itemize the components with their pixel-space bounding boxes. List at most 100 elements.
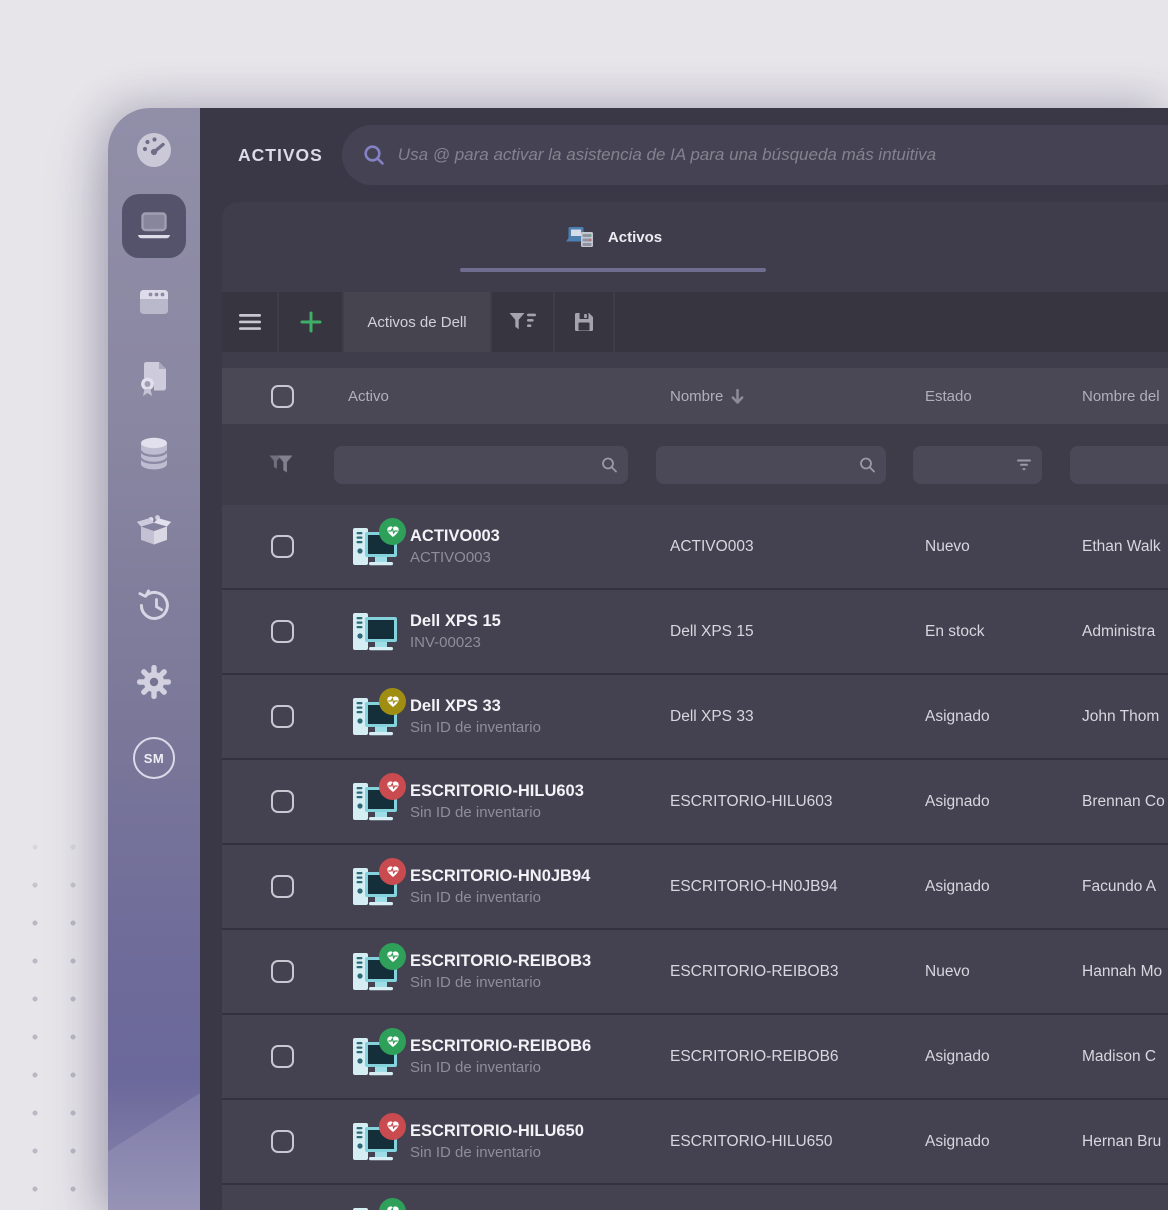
cell-nombre: ESCRITORIO-REIBOB3 bbox=[670, 962, 839, 980]
cell-nombre: ESCRITORIO-HILU603 bbox=[670, 792, 833, 810]
table-row[interactable]: ESCRITORIO-HN0JB94 Sin ID de inventario … bbox=[222, 845, 1168, 930]
row-checkbox[interactable] bbox=[270, 620, 294, 643]
table-row[interactable]: ESCRITORIO-REIBOB3 Sin ID de inventario … bbox=[222, 930, 1168, 1015]
row-checkbox[interactable] bbox=[270, 705, 294, 728]
column-header-nombre[interactable]: Nombre bbox=[670, 388, 925, 405]
tab-activos[interactable]: Activos bbox=[460, 202, 766, 272]
gear-icon bbox=[136, 664, 172, 700]
column-header-nombre-del[interactable]: Nombre del bbox=[1082, 388, 1168, 405]
filter-button[interactable] bbox=[492, 292, 553, 352]
asset-subtitle: Sin ID de inventario bbox=[410, 1144, 541, 1161]
toolbar-spacer bbox=[615, 292, 1168, 352]
select-all-checkbox[interactable] bbox=[270, 384, 294, 408]
sidebar-item-applications[interactable] bbox=[130, 278, 178, 326]
desktop-computer-icon bbox=[352, 1197, 406, 1210]
asset-title: ESCRITORIO-HILU603 bbox=[410, 782, 584, 800]
asset-subtitle: Sin ID de inventario bbox=[410, 889, 541, 906]
cell-usuario: Ethan Walk bbox=[1082, 537, 1161, 555]
row-checkbox[interactable] bbox=[270, 875, 294, 898]
dot-grid-decoration bbox=[6, 816, 112, 1210]
top-bar: ACTIVOS bbox=[200, 108, 1168, 202]
asset-subtitle: INV-00023 bbox=[410, 634, 481, 651]
sidebar-item-dashboard[interactable] bbox=[130, 126, 178, 174]
sidebar-item-licenses[interactable] bbox=[130, 354, 178, 402]
cell-nombre: ESCRITORIO-REIBOB6 bbox=[670, 1047, 839, 1065]
global-search[interactable] bbox=[341, 125, 1168, 185]
column-header-activo[interactable]: Activo bbox=[334, 388, 670, 405]
gauge-icon bbox=[132, 128, 176, 172]
table-body: ACTIVO003 ACTIVO003 ACTIVO003 Nuevo Etha… bbox=[222, 505, 1168, 1210]
row-checkbox[interactable] bbox=[270, 1045, 294, 1068]
row-checkbox[interactable] bbox=[270, 1130, 294, 1153]
cell-nombre: ACTIVO003 bbox=[670, 537, 754, 555]
menu-button[interactable] bbox=[222, 292, 277, 352]
sort-desc-icon bbox=[731, 388, 744, 404]
filter-usuario[interactable] bbox=[1070, 445, 1168, 484]
database-icon bbox=[136, 435, 172, 473]
filter-estado-select[interactable] bbox=[913, 445, 1042, 484]
add-view-button[interactable] bbox=[279, 292, 342, 352]
tab-strip: Activos bbox=[222, 202, 1168, 272]
desktop-computer-icon bbox=[352, 1027, 406, 1078]
cell-usuario: Facundo A bbox=[1082, 877, 1157, 895]
cell-usuario: Brennan Co bbox=[1082, 792, 1165, 810]
table-row[interactable]: ACTIVO003 ACTIVO003 ACTIVO003 Nuevo Etha… bbox=[222, 505, 1168, 590]
table-filter-row bbox=[222, 424, 1168, 505]
view-tab-label: Activos de Dell bbox=[367, 313, 467, 331]
table-row[interactable]: ESCRITORIO-HILU650 Sin ID de inventario … bbox=[222, 1100, 1168, 1185]
asset-subtitle: Sin ID de inventario bbox=[410, 974, 541, 991]
row-checkbox[interactable] bbox=[270, 790, 294, 813]
filter-activo[interactable] bbox=[334, 445, 628, 484]
sidebar-item-inventory[interactable] bbox=[130, 506, 178, 554]
filter-usuario-input[interactable] bbox=[1070, 445, 1168, 484]
sidebar-item-history[interactable] bbox=[130, 582, 178, 630]
row-checkbox[interactable] bbox=[270, 960, 294, 983]
double-funnel-icon[interactable] bbox=[268, 452, 296, 478]
health-status-badge bbox=[379, 1197, 406, 1210]
health-status-badge bbox=[379, 857, 406, 885]
asset-subtitle: Sin ID de inventario bbox=[410, 1059, 541, 1076]
cell-estado: Asignado bbox=[925, 1132, 990, 1150]
cell-estado: Asignado bbox=[925, 792, 990, 810]
assets-table: Activo Nombre Estado Nombre del ACTIVO00… bbox=[222, 368, 1168, 1210]
cell-usuario: Madison C bbox=[1082, 1047, 1157, 1065]
search-input[interactable] bbox=[397, 145, 1168, 165]
filter-nombre-input[interactable] bbox=[656, 445, 886, 484]
table-row[interactable]: ESCRITORIO-REIBOB6 Sin ID de inventario … bbox=[222, 1015, 1168, 1100]
browser-window-icon bbox=[136, 286, 172, 318]
desktop-computer-icon bbox=[352, 517, 406, 568]
filter-nombre[interactable] bbox=[656, 445, 886, 484]
health-status-badge bbox=[379, 942, 406, 970]
health-status-badge bbox=[379, 1112, 406, 1140]
sidebar-item-settings[interactable] bbox=[130, 658, 178, 706]
asset-subtitle: ACTIVO003 bbox=[410, 549, 491, 566]
filter-activo-input[interactable] bbox=[334, 445, 628, 484]
asset-title: ESCRITORIO-REIBOB3 bbox=[410, 952, 592, 970]
cell-estado: En stock bbox=[925, 622, 985, 640]
table-row[interactable]: Dell XPS 33 Sin ID de inventario Dell XP… bbox=[222, 675, 1168, 760]
table-row[interactable]: PANAVRT-435 bbox=[222, 1185, 1168, 1210]
toolbar: Activos de Dell bbox=[222, 292, 1168, 352]
table-row[interactable]: ESCRITORIO-HILU603 Sin ID de inventario … bbox=[222, 760, 1168, 845]
sidebar-item-assets[interactable] bbox=[122, 194, 186, 258]
hamburger-menu-icon bbox=[238, 314, 261, 330]
asset-subtitle: Sin ID de inventario bbox=[410, 719, 541, 736]
health-status-badge bbox=[379, 1027, 406, 1055]
sidebar-item-database[interactable] bbox=[130, 430, 178, 478]
column-header-estado[interactable]: Estado bbox=[925, 388, 1082, 405]
view-tab-activos-de-dell[interactable]: Activos de Dell bbox=[344, 292, 490, 352]
user-avatar: SM bbox=[133, 737, 175, 779]
row-checkbox[interactable] bbox=[270, 535, 294, 558]
asset-subtitle: Sin ID de inventario bbox=[410, 804, 541, 821]
sidebar-item-account[interactable]: SM bbox=[130, 734, 178, 782]
asset-title: ESCRITORIO-HILU650 bbox=[410, 1122, 584, 1140]
certificate-file-icon bbox=[136, 359, 172, 397]
table-row[interactable]: Dell XPS 15 INV-00023 Dell XPS 15 En sto… bbox=[222, 590, 1168, 675]
table-header-row: Activo Nombre Estado Nombre del bbox=[222, 368, 1168, 424]
cell-estado: Asignado bbox=[925, 707, 990, 725]
filter-lines-icon bbox=[1016, 459, 1032, 471]
cell-usuario: Hannah Mo bbox=[1082, 962, 1163, 980]
app-window: SM ACTIVOS Usa @ para activar la asisten… bbox=[108, 108, 1168, 1210]
save-view-button[interactable] bbox=[555, 292, 613, 352]
history-clock-icon bbox=[135, 588, 173, 624]
